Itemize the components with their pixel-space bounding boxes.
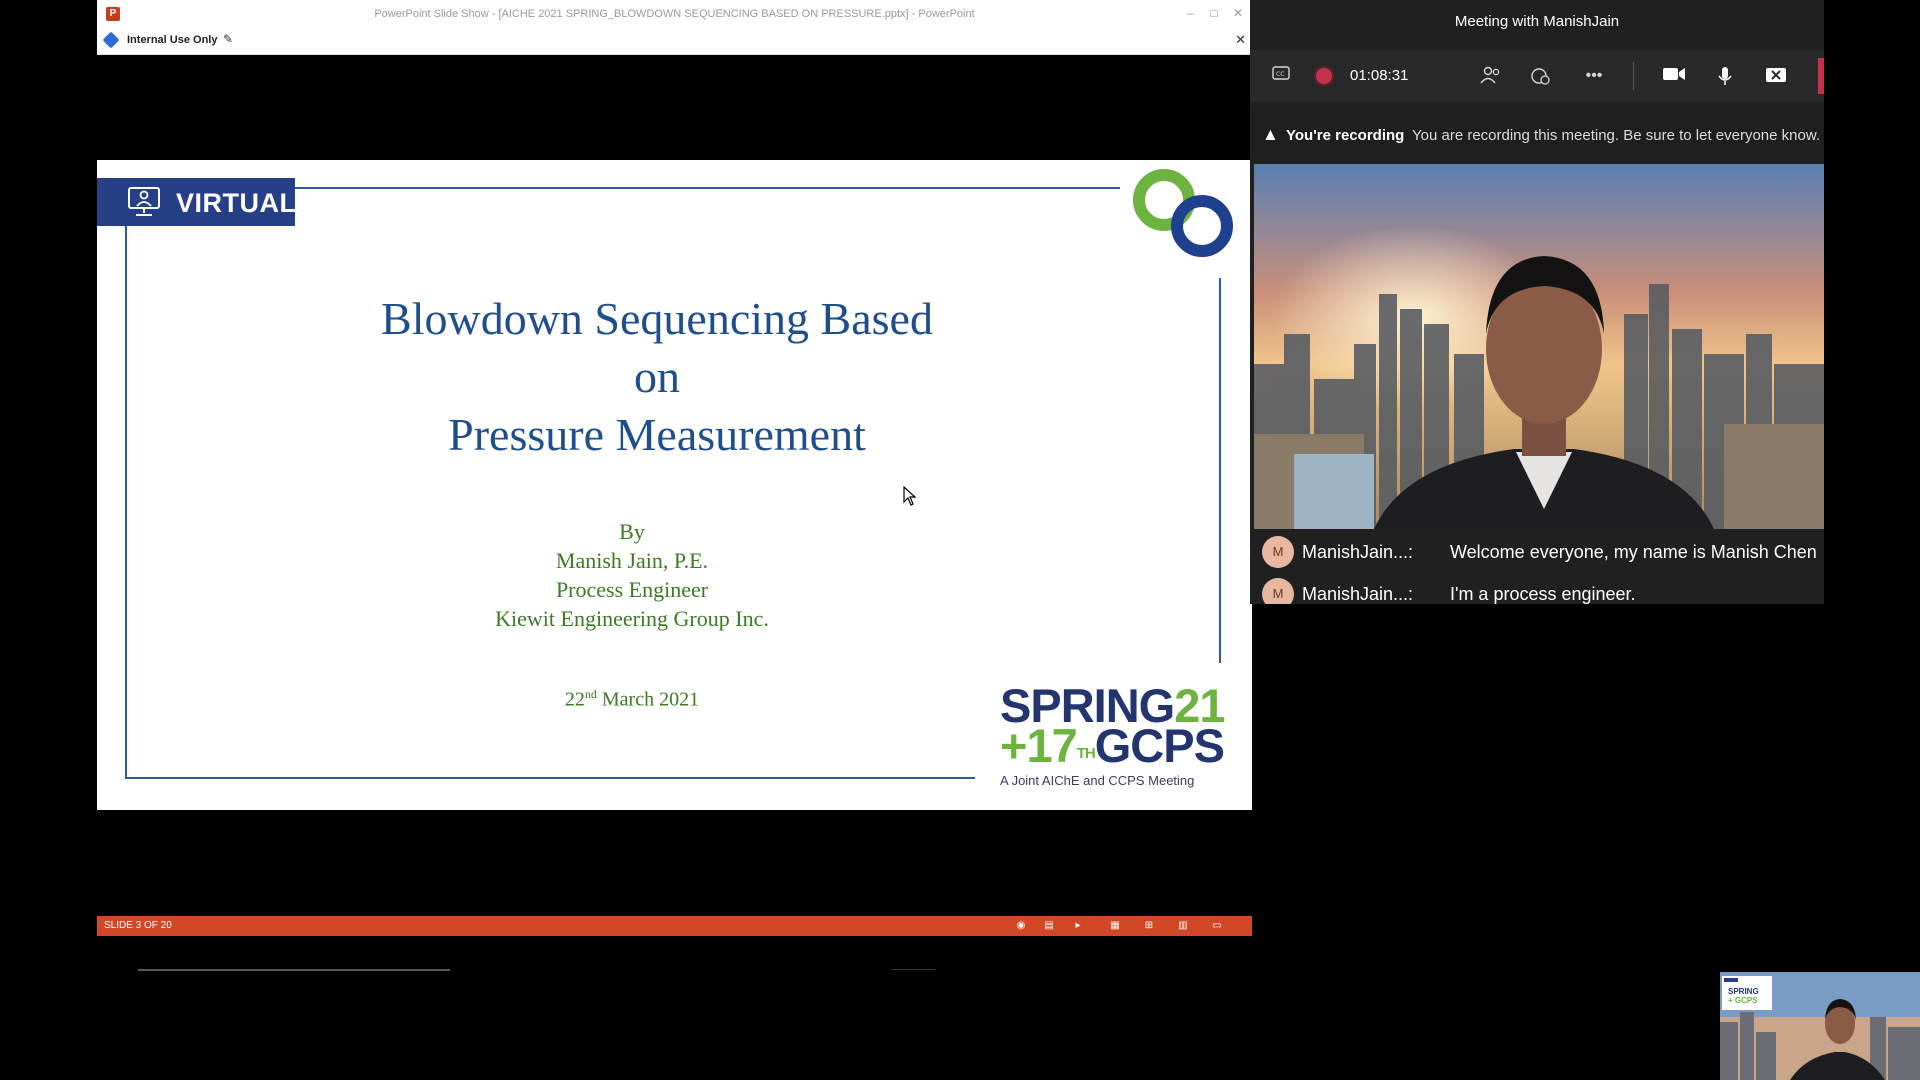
logo-plus17: +17 (1000, 719, 1078, 772)
self-view-thumbnail[interactable]: SPRING + GCPS (1720, 972, 1920, 1080)
sensitivity-label[interactable]: Internal Use Only (127, 34, 217, 46)
avatar: M (1262, 578, 1294, 604)
rings-logo-icon (1133, 169, 1233, 257)
more-options-icon[interactable]: ••• (1583, 66, 1605, 86)
recording-icon (1316, 68, 1332, 84)
frame-line-bottom (125, 777, 975, 779)
date-suffix: nd (584, 687, 597, 701)
label-tag-icon (102, 31, 120, 49)
caption-speaker: ManishJain...: (1302, 584, 1414, 604)
svg-text:+ GCPS: + GCPS (1728, 996, 1758, 1005)
play-icon[interactable]: ▸ (1072, 920, 1084, 931)
infobar-close-icon[interactable]: ✕ (1235, 32, 1246, 48)
slide-title: Blowdown Sequencing Based on Pressure Me… (247, 290, 1067, 464)
teams-meeting-panel: Meeting with ManishJain CC 01:08:31 ••• … (1250, 0, 1824, 604)
slideshow-view-icon[interactable]: ▭ (1211, 920, 1223, 931)
reactions-icon[interactable] (1530, 66, 1552, 86)
title-line: Blowdown Sequencing Based (381, 293, 933, 344)
caption-text: Welcome everyone, my name is Manish Chen (1450, 542, 1817, 562)
reading-view-icon[interactable]: ▥ (1177, 920, 1189, 931)
conference-logo-line2: +17THGCPS (1000, 719, 1225, 772)
conference-logo: SPRING21 +17THGCPS A Joint AIChE and CCP… (1000, 682, 1225, 792)
recording-title: You're recording (1286, 127, 1405, 144)
divider-line (138, 969, 450, 971)
normal-view-icon[interactable]: ▦ (1109, 920, 1121, 931)
author-company: Kiewit Engineering Group Inc. (495, 606, 769, 631)
recording-banner: ▲ You're recording You are recording thi… (1250, 115, 1824, 155)
title-line: Pressure Measurement (448, 409, 866, 460)
presentation-date: 22nd March 2021 (497, 687, 767, 712)
people-icon[interactable] (1480, 66, 1502, 86)
minimize-button[interactable]: – (1180, 4, 1200, 22)
divider-line (891, 969, 935, 970)
sensitivity-label-bar: Internal Use Only ✎ ✕ (97, 28, 1252, 55)
avatar: M (1262, 536, 1294, 568)
logo-gcps: GCPS (1094, 719, 1225, 772)
toolbar-divider (1633, 62, 1634, 90)
window-title: PowerPoint Slide Show - [AICHE 2021 SPRI… (374, 8, 975, 20)
camera-icon[interactable] (1662, 66, 1685, 86)
frame-line-left (125, 187, 127, 779)
caption-text: I'm a process engineer. (1450, 584, 1636, 604)
slide-counter: SLIDE 3 OF 20 (104, 920, 172, 931)
maximize-button[interactable]: □ (1204, 4, 1224, 22)
conference-subtitle: A Joint AIChE and CCPS Meeting (1000, 773, 1195, 788)
slide-sorter-icon[interactable]: ⊞ (1143, 920, 1155, 931)
mouse-cursor-icon (903, 486, 917, 506)
date-day: 22 (564, 688, 585, 711)
stop-sharing-icon[interactable] (1765, 66, 1787, 86)
svg-text:CC: CC (1276, 71, 1284, 78)
presenter-monitor-icon (128, 187, 160, 216)
recording-message: You are recording this meeting. Be sure … (1412, 127, 1821, 144)
pencil-icon[interactable]: ✎ (223, 32, 233, 46)
meeting-toolbar: CC 01:08:31 ••• (1250, 50, 1824, 102)
virtual-badge: VIRTUAL (97, 178, 297, 226)
notes-icon[interactable]: ▤ (1043, 920, 1055, 931)
date-rest: March 2021 (596, 688, 700, 711)
author-role: Process Engineer (555, 577, 709, 602)
microphone-icon[interactable] (1714, 66, 1736, 86)
powerpoint-window: P PowerPoint Slide Show - [AICHE 2021 SP… (97, 0, 1252, 936)
slide[interactable]: VIRTUAL Blowdown Sequencing Based on Pre… (97, 160, 1252, 810)
title-line: on (634, 351, 680, 402)
caption-speaker: ManishJain...: (1302, 542, 1414, 562)
by-label: By (619, 519, 645, 544)
meeting-title: Meeting with ManishJain (1454, 13, 1620, 30)
accessibility-icon[interactable]: ◉ (1015, 920, 1027, 931)
author-block: By Manish Jain, P.E. Process Engineer Ki… (437, 517, 827, 633)
logo-th: TH (1076, 745, 1096, 762)
captions-icon[interactable]: CC (1270, 66, 1292, 86)
meeting-timer: 01:08:31 (1350, 67, 1409, 84)
title-bar: P PowerPoint Slide Show - [AICHE 2021 SP… (97, 0, 1252, 29)
live-captions: M ManishJain...: Welcome everyone, my na… (1250, 530, 1824, 604)
presenter-video[interactable] (1254, 164, 1824, 529)
warning-icon: ▲ (1262, 125, 1279, 144)
frame-line-right (1219, 278, 1221, 663)
author-name: Manish Jain, P.E. (555, 548, 709, 573)
close-window-button[interactable]: ✕ (1228, 4, 1248, 22)
svg-text:SPRING: SPRING (1728, 987, 1759, 996)
slideshow-status-bar: SLIDE 3 OF 20 ◉ ▤ ▸ ▦ ⊞ ▥ ▭ (97, 916, 1252, 936)
virtual-label: VIRTUAL (176, 188, 297, 218)
leave-button[interactable] (1818, 58, 1824, 94)
